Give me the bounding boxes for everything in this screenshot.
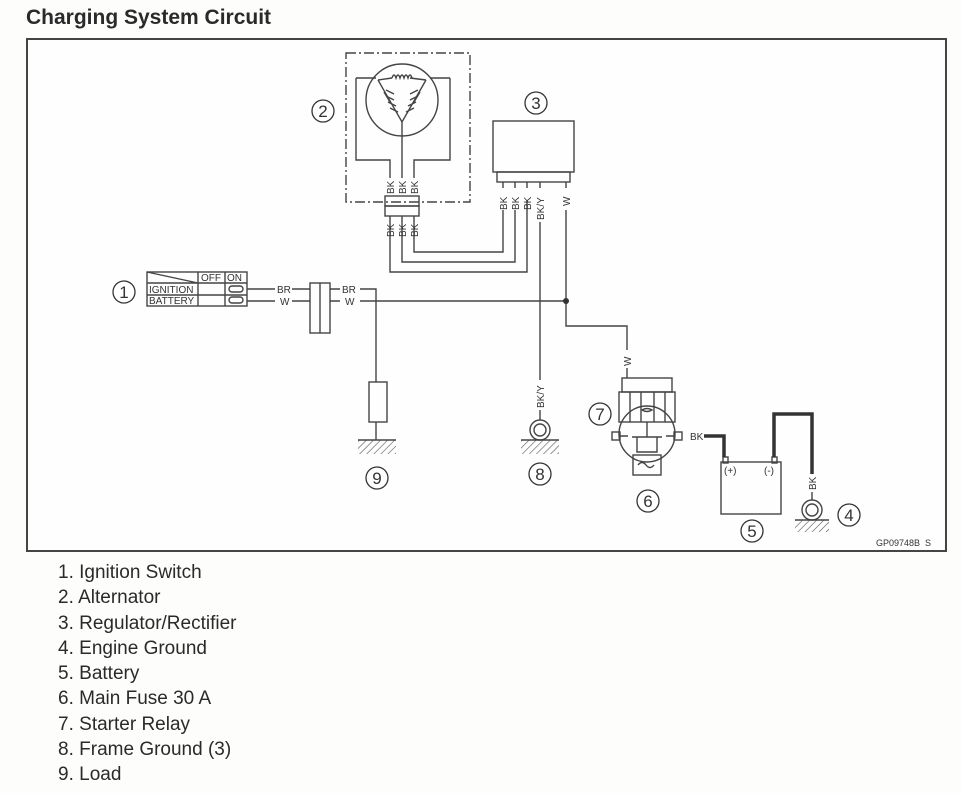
ground-terminal-icon <box>529 419 551 441</box>
wire-label-bk: BK <box>386 223 397 237</box>
legend-item: 1. Ignition Switch <box>58 562 202 583</box>
wire-label-w: W <box>623 356 634 366</box>
legend-item: 9. Load <box>58 764 122 786</box>
callout-5: 5 <box>740 519 764 543</box>
wire-label-bk: BK <box>808 476 819 490</box>
relay-coil-icon <box>640 407 654 413</box>
alternator-connector <box>384 195 420 207</box>
battery-plus-label: (+) <box>724 466 737 477</box>
switch-battery-label: BATTERY <box>149 296 195 307</box>
svg-text:8: 8 <box>535 465 544 484</box>
wire-label-bk: BK <box>398 180 409 194</box>
wire-label-w: W <box>562 196 573 206</box>
wire-label-bk: BK <box>398 223 409 237</box>
legend-item: 8. Frame Ground (3) <box>58 739 232 761</box>
wire-label-bk: BK <box>511 196 522 210</box>
wire-label-w: W <box>280 297 290 308</box>
alternator-dashed-housing <box>345 52 471 203</box>
main-fuse <box>632 454 662 476</box>
ground-terminal-icon <box>801 499 823 521</box>
legend-item: 4. Engine Ground <box>58 637 207 659</box>
wire-label-bk: BK <box>410 223 421 237</box>
wire-label-bky: BK/Y <box>536 197 547 220</box>
callout-4: 4 <box>837 503 861 527</box>
wire-label-bk: BK <box>386 180 397 194</box>
wire-label-br: BR <box>277 285 291 296</box>
load-resistor <box>368 381 388 423</box>
figure-code: GP09748B S <box>876 538 931 548</box>
svg-text:9: 9 <box>372 469 381 488</box>
svg-text:2: 2 <box>318 102 327 121</box>
svg-text:6: 6 <box>643 492 652 511</box>
frame-ground <box>521 410 559 454</box>
circuit-diagram: 1 2 3 4 5 6 7 8 9 OFF ON IGNITION BATTER… <box>112 52 931 548</box>
ground-hatch-icon <box>795 520 829 532</box>
svg-text:7: 7 <box>595 405 604 424</box>
wire-label-bky: BK/Y <box>536 385 547 408</box>
wire-label-bk: BK <box>499 196 510 210</box>
callout-7: 7 <box>588 402 612 426</box>
wire-junction-dot <box>563 298 569 304</box>
regulator-body <box>492 120 575 173</box>
starter-relay <box>611 377 683 463</box>
svg-text:3: 3 <box>531 94 540 113</box>
ground-hatch-icon <box>521 440 559 454</box>
svg-text:1: 1 <box>119 283 128 302</box>
legend-item: 6. Main Fuse 30 A <box>58 688 212 710</box>
legend: 1. Ignition Switch 2. Alternator 3. Regu… <box>58 560 236 788</box>
switch-ignition-label: IGNITION <box>149 285 193 296</box>
battery-minus-label: (-) <box>764 466 774 477</box>
legend-item: 2. Alternator <box>58 587 161 609</box>
svg-text:5: 5 <box>747 522 756 541</box>
switch-on-label: ON <box>227 273 242 284</box>
callout-3: 3 <box>524 91 548 115</box>
legend-item: 7. Starter Relay <box>58 713 191 735</box>
callout-9: 9 <box>365 466 389 490</box>
load <box>358 381 396 454</box>
callout-2: 2 <box>311 99 335 123</box>
svg-text:4: 4 <box>844 506 853 525</box>
wire-label-w: W <box>345 297 355 308</box>
engine-ground <box>795 492 829 532</box>
callout-6: 6 <box>636 489 660 513</box>
switch-off-label: OFF <box>201 273 221 284</box>
alternator <box>345 52 528 273</box>
wire-label-bk: BK <box>410 180 421 194</box>
legend-item: 5. Battery <box>58 663 140 685</box>
callout-1: 1 <box>112 280 136 304</box>
callout-8: 8 <box>528 462 552 486</box>
wire-label-bk: BK <box>523 196 534 210</box>
ground-hatch-icon <box>358 440 396 454</box>
wire-label-bk: BK <box>690 432 704 443</box>
legend-item: 3. Regulator/Rectifier <box>58 612 237 634</box>
regulator-rectifier <box>492 120 628 380</box>
wire-label-br: BR <box>342 285 356 296</box>
stator-coil-icon <box>377 74 427 124</box>
